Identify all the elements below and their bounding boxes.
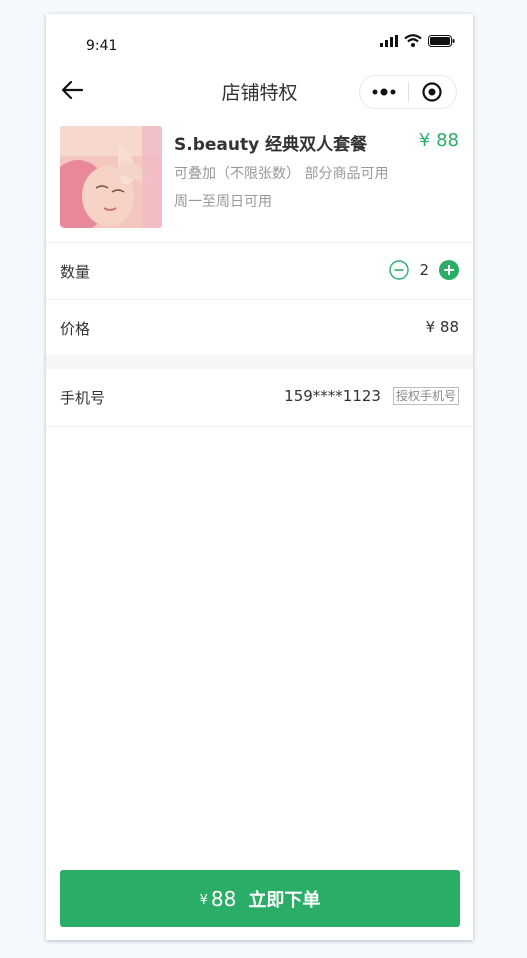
mini-program-page: 9:41 店铺特权 S.beauty 经典双人套餐 ¥ 88 可叠加（不限张数）… [46,14,473,940]
section-divider [46,355,473,369]
signal-icon [380,34,398,47]
status-time: 9:41 [86,38,118,54]
phone-label: 手机号 [60,389,106,407]
place-order-button[interactable]: ¥ 88 立即下单 [60,870,460,927]
product-card: S.beauty 经典双人套餐 ¥ 88 可叠加（不限张数） 部分商品可用 周一… [46,118,473,242]
status-bar: 9:41 [46,14,473,64]
quantity-row: 数量 2 [46,242,473,298]
capsule-menu [359,75,457,109]
wifi-icon [404,34,422,47]
increase-quantity-button[interactable] [439,260,459,280]
quantity-value: 2 [419,261,429,279]
phone-row: 手机号 159****1123 授权手机号 [46,369,473,427]
authorize-phone-button[interactable]: 授权手机号 [392,387,459,405]
decrease-quantity-button[interactable] [389,260,410,280]
phone-value-group: 159****1123 授权手机号 [284,387,459,405]
minus-circle-icon [389,260,410,280]
quantity-stepper: 2 [389,260,459,280]
status-icons [380,34,455,47]
battery-icon [428,34,455,47]
submit-amount: 88 [210,886,237,911]
product-image [60,126,162,228]
more-dots-icon [372,88,396,96]
more-button[interactable] [360,76,408,108]
target-icon [422,82,443,102]
submit-label: 立即下单 [248,889,321,911]
product-available-days: 周一至周日可用 [174,194,272,210]
quantity-label: 数量 [60,263,91,281]
price-row: 价格 ¥ 88 [46,299,473,355]
phone-number: 159****1123 [284,387,381,405]
product-name: S.beauty 经典双人套餐 [174,135,368,155]
price-label: 价格 [60,320,91,338]
price-value: ¥ 88 [425,318,459,336]
submit-currency: ¥ [199,893,208,908]
close-miniprogram-button[interactable] [409,76,456,108]
product-usage-rule: 可叠加（不限张数） 部分商品可用 [174,166,389,182]
navigation-bar: 店铺特权 [46,64,473,118]
product-price: ¥ 88 [418,130,459,151]
plus-circle-icon [439,260,459,280]
